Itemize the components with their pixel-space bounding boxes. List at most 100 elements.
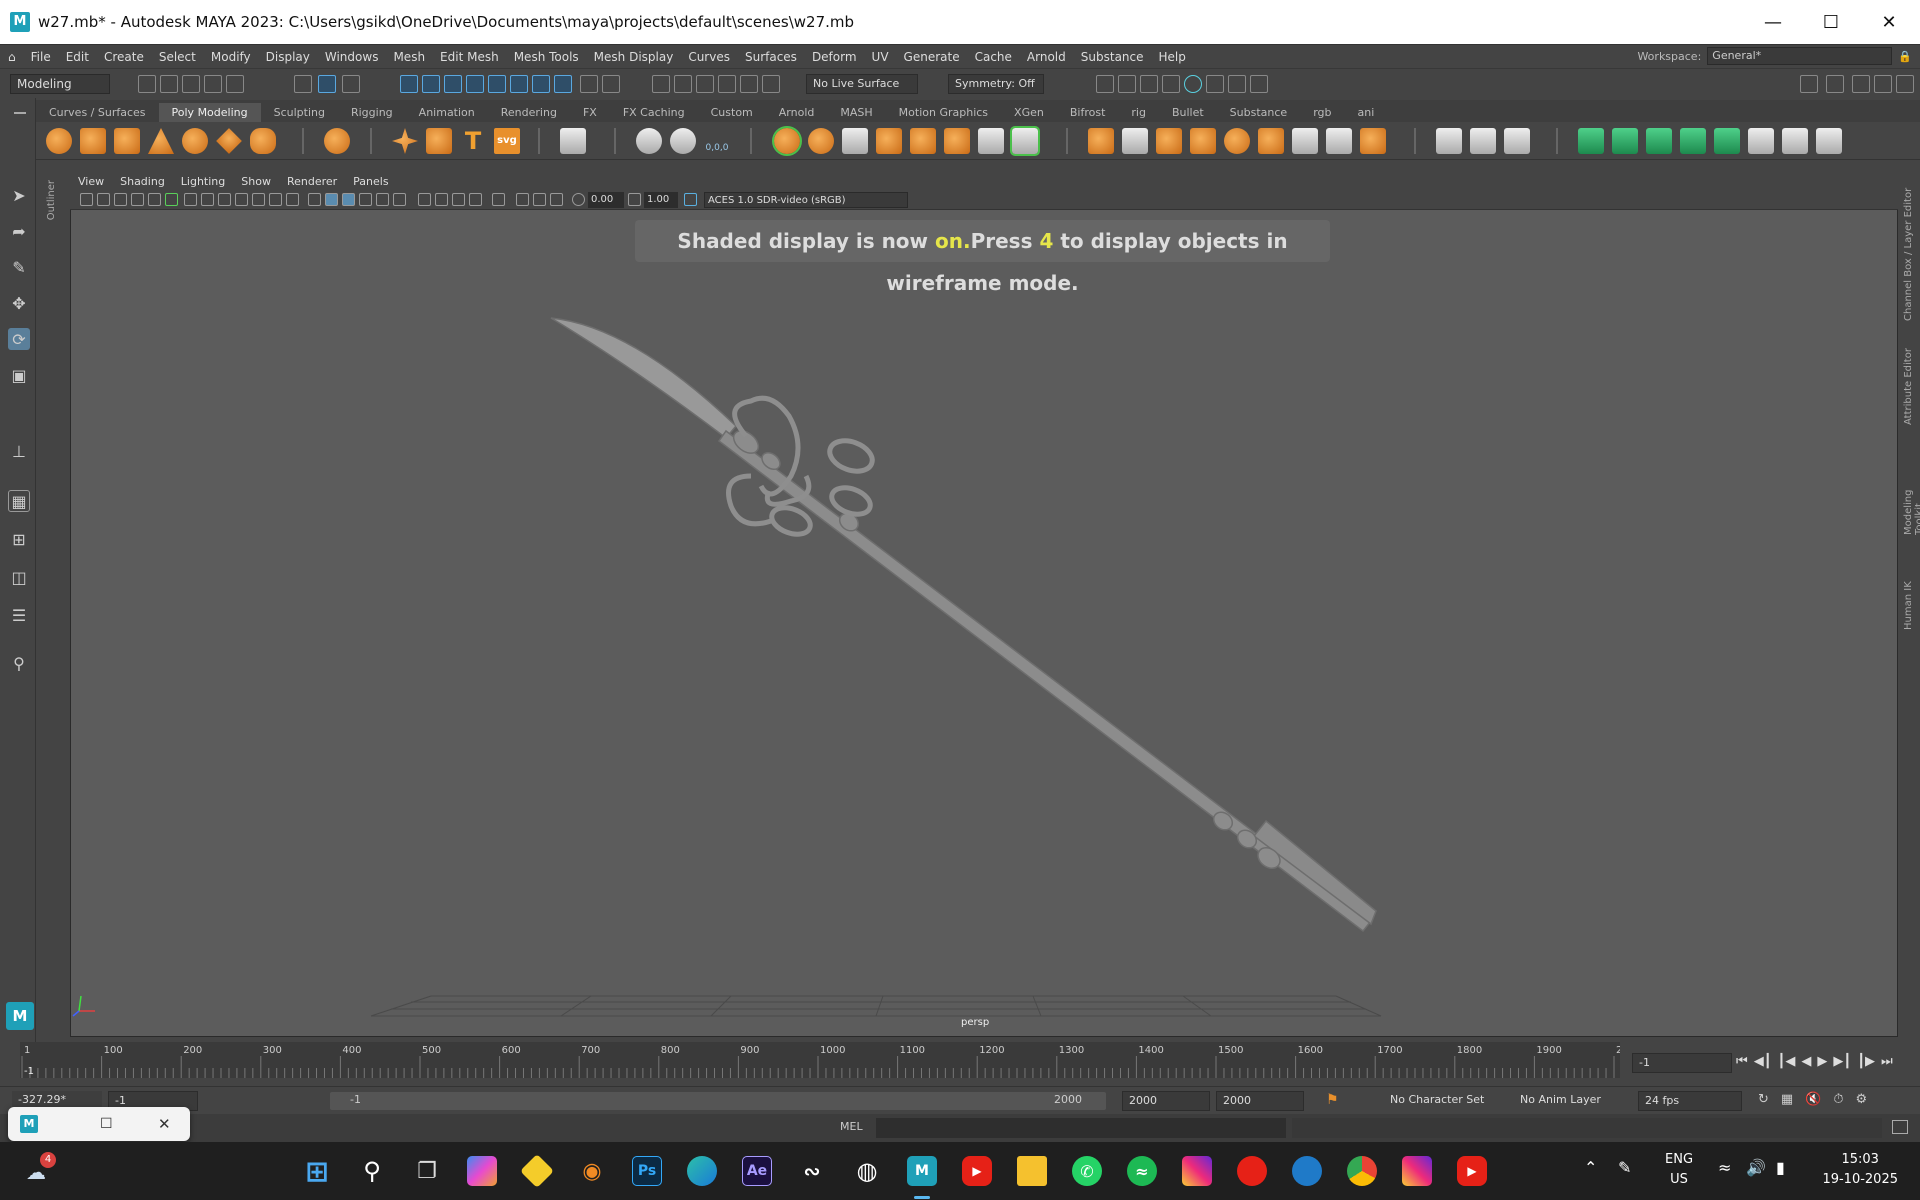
menu-deform[interactable]: Deform	[806, 50, 866, 64]
go-to-end-icon[interactable]: ⏭	[1881, 1054, 1893, 1069]
shelf-tab-mash[interactable]: MASH	[827, 103, 885, 122]
menu-mesh[interactable]: Mesh	[387, 50, 434, 64]
photoshop-icon[interactable]: Ps	[632, 1156, 662, 1186]
shelf-tab-bullet[interactable]: Bullet	[1159, 103, 1217, 122]
symmetry-dropdown[interactable]: Symmetry: Off	[948, 74, 1044, 94]
menu-mesh-display[interactable]: Mesh Display	[588, 50, 683, 64]
menu-edit-mesh[interactable]: Edit Mesh	[434, 50, 508, 64]
shelf-tab-xgen[interactable]: XGen	[1001, 103, 1057, 122]
uv-planar-icon[interactable]	[1578, 128, 1604, 154]
playback-speed-icon[interactable]: ⏱	[1833, 1092, 1843, 1107]
attribute-editor-tab[interactable]: Attribute Editor	[1903, 345, 1914, 425]
animation-prefs-icon[interactable]: ⚙	[1856, 1092, 1868, 1107]
safe-title-icon[interactable]	[286, 193, 299, 206]
channel-box-tab[interactable]: Channel Box / Layer Editor	[1903, 181, 1914, 321]
gate-mask-icon[interactable]	[235, 193, 248, 206]
retopo-icon[interactable]	[1010, 126, 1040, 156]
spotify-icon[interactable]: ≈	[1127, 1156, 1157, 1186]
menu-substance[interactable]: Substance	[1075, 50, 1153, 64]
blender-icon[interactable]: ◉	[577, 1156, 607, 1186]
grid-icon[interactable]	[184, 193, 197, 206]
menu-arnold[interactable]: Arnold	[1021, 50, 1075, 64]
attribute-editor-icon[interactable]	[1852, 75, 1870, 93]
menu-file[interactable]: File	[25, 50, 60, 64]
instagram-icon[interactable]	[1182, 1156, 1212, 1186]
chevron-up-icon[interactable]: ⌃	[1584, 1158, 1597, 1177]
four-view-icon[interactable]: ⊞	[8, 528, 30, 550]
shelf-menu-icon[interactable]	[14, 112, 26, 114]
play-backward-icon[interactable]: ◀	[1801, 1054, 1811, 1069]
modeling-toolkit-icon[interactable]	[1896, 75, 1914, 93]
xray-icon[interactable]	[516, 193, 529, 206]
render-setup-icon[interactable]	[1206, 75, 1224, 93]
save-scene-icon[interactable]	[182, 75, 200, 93]
uv-layout-icon[interactable]	[1748, 128, 1774, 154]
redo-icon[interactable]	[226, 75, 244, 93]
wireframe-on-shaded-icon[interactable]	[342, 193, 355, 206]
channel-box-icon[interactable]	[1826, 75, 1844, 93]
panel-menu-panels[interactable]: Panels	[345, 175, 396, 188]
show-manipulator-icon[interactable]: ⊥	[8, 440, 30, 462]
wifi-icon[interactable]: ≈	[1718, 1158, 1731, 1177]
ambient-occlusion-icon[interactable]	[418, 193, 431, 206]
boolean-icon[interactable]	[910, 128, 936, 154]
shelf-tab-motion-graphics[interactable]: Motion Graphics	[886, 103, 1001, 122]
step-back-key-icon[interactable]: ◀┃	[1754, 1054, 1772, 1069]
single-view-icon[interactable]: ▦	[8, 490, 30, 512]
battery-icon[interactable]: ▮	[1776, 1158, 1785, 1177]
separate-icon[interactable]	[808, 128, 834, 154]
cache-icon[interactable]: ▦	[1781, 1092, 1793, 1107]
preview-close-icon[interactable]: ✕	[158, 1115, 171, 1133]
image-plane-icon[interactable]	[131, 193, 144, 206]
shelf-tab-rgb[interactable]: rgb	[1300, 103, 1344, 122]
super-shape-icon[interactable]	[392, 128, 418, 154]
use-all-lights-icon[interactable]	[376, 193, 389, 206]
shelf-tab-fx-caching[interactable]: FX Caching	[610, 103, 698, 122]
svg-icon[interactable]: svg	[494, 128, 520, 154]
close-button[interactable]: ✕	[1860, 0, 1918, 44]
script-editor-icon[interactable]	[1892, 1120, 1908, 1134]
menu-mesh-tools[interactable]: Mesh Tools	[508, 50, 588, 64]
preview-maximize-icon[interactable]: ☐	[100, 1116, 113, 1132]
uv-unfold-icon[interactable]	[1714, 128, 1740, 154]
pen-icon[interactable]: ✎	[1618, 1158, 1631, 1177]
reduce-icon[interactable]	[944, 128, 970, 154]
pause-icon[interactable]	[1250, 75, 1268, 93]
outliner-tab[interactable]: Outliner	[46, 180, 57, 220]
script-language-label[interactable]: MEL	[840, 1120, 863, 1133]
gamma-icon[interactable]	[628, 193, 641, 206]
render-settings-icon[interactable]	[1162, 75, 1180, 93]
smooth-shade-icon[interactable]	[325, 193, 338, 206]
film-gate-icon[interactable]	[201, 193, 214, 206]
copilot-icon[interactable]	[467, 1156, 497, 1186]
snap-curve-icon[interactable]	[422, 75, 440, 93]
youtube-icon[interactable]: ▶	[962, 1156, 992, 1186]
snap-grid-icon[interactable]	[400, 75, 418, 93]
two-d-pan-icon[interactable]	[148, 193, 161, 206]
scene-end-time-field[interactable]: 2000	[1216, 1091, 1304, 1111]
calculator-icon[interactable]	[560, 128, 586, 154]
hypershade-icon[interactable]	[1184, 75, 1202, 93]
exposure-icon[interactable]	[572, 193, 585, 206]
whatsapp-icon[interactable]: ✆	[1072, 1156, 1102, 1186]
after-effects-icon[interactable]: Ae	[742, 1156, 772, 1186]
multi-cut-icon[interactable]	[1436, 128, 1462, 154]
maya-icon[interactable]: M	[907, 1156, 937, 1186]
mode-dropdown[interactable]: Modeling	[10, 74, 110, 94]
grease-pencil-icon[interactable]	[165, 193, 178, 206]
extrude-icon[interactable]	[1088, 128, 1114, 154]
make-live-icon[interactable]	[718, 75, 736, 93]
menu-cache[interactable]: Cache	[969, 50, 1021, 64]
lock-icon[interactable]: 🔒	[1898, 50, 1912, 63]
fill-hole-icon[interactable]	[1224, 128, 1250, 154]
render-current-icon[interactable]	[1118, 75, 1136, 93]
combine-icon[interactable]	[772, 126, 802, 156]
home-icon[interactable]: ⌂	[0, 50, 25, 64]
volume-icon[interactable]: 🔊	[1746, 1158, 1766, 1177]
shelf-tab-substance[interactable]: Substance	[1217, 103, 1301, 122]
bridge-icon[interactable]	[1122, 128, 1148, 154]
current-frame-field[interactable]: -1	[1632, 1053, 1732, 1073]
shelf-tab-poly-modeling[interactable]: Poly Modeling	[158, 103, 261, 122]
poly-cone-icon[interactable]	[148, 128, 174, 154]
viewport[interactable]	[70, 175, 1898, 1037]
